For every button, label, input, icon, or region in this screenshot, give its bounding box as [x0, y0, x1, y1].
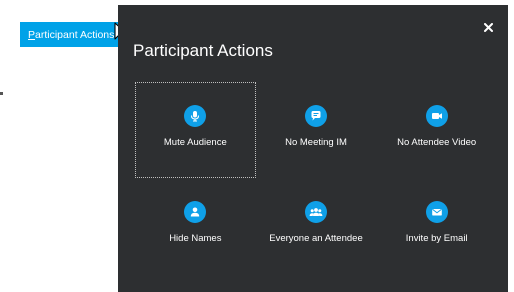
- dialog-title: Participant Actions: [133, 41, 273, 60]
- participant-actions-label: articipant Actions: [35, 28, 115, 41]
- chat-bubble-icon: [304, 104, 327, 127]
- close-button[interactable]: [481, 20, 495, 34]
- envelope-icon: [425, 200, 448, 223]
- person-icon: [184, 200, 207, 223]
- group-icon: [304, 200, 327, 223]
- everyone-an-attendee-label: Everyone an Attendee: [269, 232, 363, 244]
- participant-actions-dialog: Participant Actions Mute Audience No Mee…: [118, 5, 508, 292]
- participant-actions-button[interactable]: Participant Actions: [20, 22, 118, 47]
- mute-audience-label: Mute Audience: [163, 136, 227, 148]
- hide-names-label: Hide Names: [169, 232, 222, 244]
- no-meeting-im-button[interactable]: No Meeting IM: [256, 82, 377, 178]
- invite-by-email-button[interactable]: Invite by Email: [376, 178, 497, 274]
- everyone-an-attendee-button[interactable]: Everyone an Attendee: [256, 178, 377, 274]
- mute-audience-button[interactable]: Mute Audience: [135, 82, 256, 178]
- participant-actions-accesskey: P: [28, 28, 36, 41]
- close-icon: [483, 22, 493, 32]
- microphone-icon: [184, 104, 207, 127]
- no-attendee-video-button[interactable]: No Attendee Video: [376, 82, 497, 178]
- actions-grid: Mute Audience No Meeting IM No Attendee …: [135, 82, 497, 274]
- no-attendee-video-label: No Attendee Video: [397, 136, 477, 148]
- video-camera-icon: [425, 104, 448, 127]
- hide-names-button[interactable]: Hide Names: [135, 178, 256, 274]
- no-meeting-im-label: No Meeting IM: [285, 136, 347, 148]
- stray-mark: [0, 92, 3, 95]
- invite-by-email-label: Invite by Email: [405, 232, 468, 244]
